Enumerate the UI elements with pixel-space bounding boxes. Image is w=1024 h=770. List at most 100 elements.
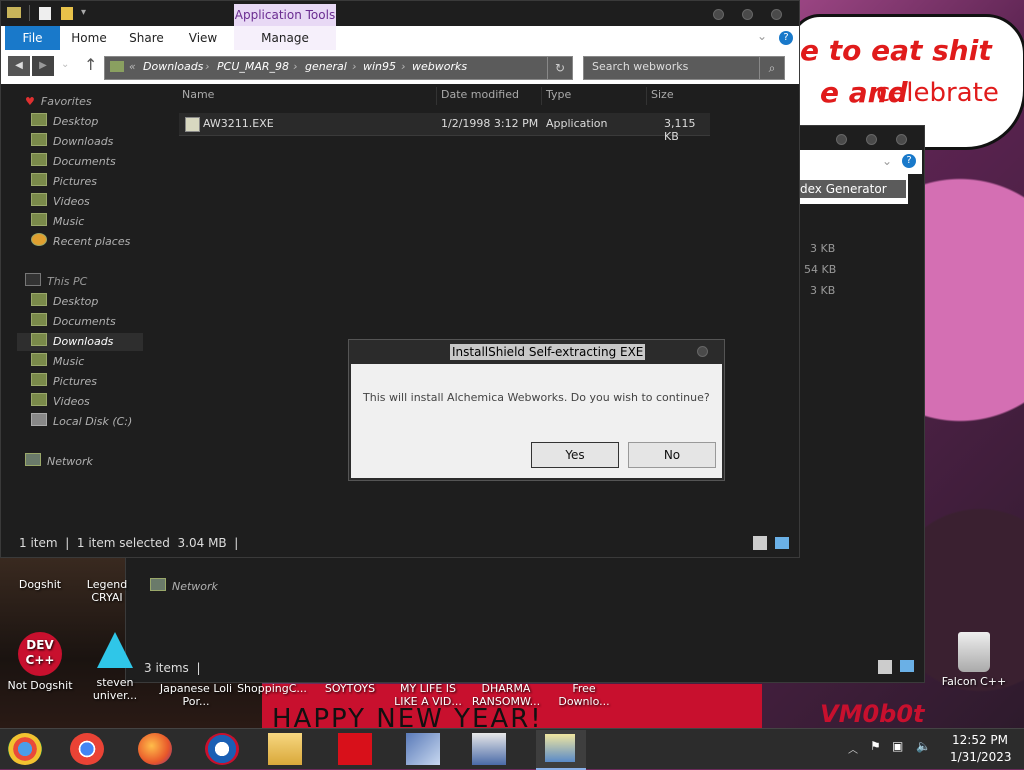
sidebar-pc-downloads[interactable]: Downloads: [31, 333, 113, 351]
sidebar-fav-downloads[interactable]: Downloads: [31, 133, 113, 151]
sidebar-pc-videos[interactable]: Videos: [31, 393, 90, 411]
music-folder-icon: [31, 353, 47, 366]
desktop-icon-not-dogshit[interactable]: DEV C++ Not Dogshit: [2, 632, 78, 692]
sidebar-fav-music[interactable]: Music: [31, 213, 84, 231]
firefox-icon[interactable]: [138, 733, 172, 765]
sidebar-pc-pictures[interactable]: Pictures: [31, 373, 97, 391]
sidebar-fav-documents[interactable]: Documents: [31, 153, 116, 171]
close-button[interactable]: [896, 134, 907, 145]
details-view-icon[interactable]: [753, 536, 767, 550]
downloads-folder-icon: [31, 333, 47, 346]
search-input[interactable]: Search webworks: [592, 60, 688, 73]
column-header-size[interactable]: Size: [651, 88, 674, 101]
music-folder-icon: [31, 213, 47, 226]
sidebar-this-pc[interactable]: This PC: [25, 273, 87, 291]
back-sidebar-network[interactable]: Network: [150, 578, 218, 596]
desktop-icon-free-download[interactable]: Free Downlo...: [546, 682, 622, 708]
chevron-down-icon[interactable]: ⌄: [882, 154, 892, 168]
column-header-date[interactable]: Date modified: [441, 88, 519, 101]
red-app-icon[interactable]: [338, 733, 372, 765]
network-tray-icon[interactable]: ▣: [892, 739, 903, 753]
large-icons-view-icon[interactable]: [900, 660, 914, 672]
action-center-flag-icon[interactable]: ⚑: [870, 739, 881, 753]
yes-button[interactable]: Yes: [531, 442, 619, 468]
crumb-win95[interactable]: win95: [363, 60, 396, 73]
crumb-general[interactable]: general: [305, 60, 347, 73]
search-icon[interactable]: ⌕: [759, 57, 784, 79]
forward-arrow-icon[interactable]: ▶: [32, 56, 54, 76]
crumb-downloads[interactable]: Downloads: [143, 60, 203, 73]
maximize-button[interactable]: [866, 134, 877, 145]
tab-share[interactable]: Share: [119, 26, 174, 50]
desktop-icon-dharma[interactable]: DHARMA RANSOMW...: [468, 682, 544, 708]
sidebar-fav-videos[interactable]: Videos: [31, 193, 90, 211]
recent-locations-icon[interactable]: ⌄: [61, 59, 69, 70]
dialog-message: This will install Alchemica Webworks. Do…: [363, 391, 710, 404]
sidebar-pc-local-disk[interactable]: Local Disk (C:): [31, 413, 132, 431]
sidebar-pc-music[interactable]: Music: [31, 353, 84, 371]
refresh-icon[interactable]: ↻: [547, 57, 572, 79]
tray-overflow-icon[interactable]: ︿: [848, 741, 858, 756]
up-arrow-icon[interactable]: ↑: [84, 55, 97, 74]
back-search-box[interactable]: dex Generator: [798, 180, 906, 198]
tab-view[interactable]: View: [178, 26, 228, 50]
desktop-icon-dogshit[interactable]: Dogshit: [2, 578, 78, 591]
minimize-button[interactable]: [836, 134, 847, 145]
search-box[interactable]: Search webworks ⌕: [583, 56, 785, 80]
desktop-icon-legend[interactable]: Legend CRYAI: [72, 578, 142, 604]
desktop-icon-falcon[interactable]: Falcon C++: [936, 632, 1012, 688]
start-button[interactable]: [8, 733, 42, 765]
column-header-type[interactable]: Type: [546, 88, 571, 101]
clock-date[interactable]: 1/31/2023: [950, 750, 1012, 764]
chrome-icon[interactable]: [70, 733, 104, 765]
crumb-overflow-icon[interactable]: «: [129, 60, 136, 73]
meme-text-line2b: celebrate: [876, 78, 999, 108]
installshield-dialog[interactable]: InstallShield Self-extracting EXE This w…: [348, 339, 725, 481]
sidebar-fav-desktop[interactable]: Desktop: [31, 113, 98, 131]
sidebar-fav-pictures[interactable]: Pictures: [31, 173, 97, 191]
crumb-webworks[interactable]: webworks: [412, 60, 467, 73]
tab-file[interactable]: File: [5, 26, 60, 50]
address-bar[interactable]: « Downloads › PCU_MAR_98 › general › win…: [104, 56, 573, 80]
column-header-name[interactable]: Name: [182, 88, 214, 101]
crumb-pcu-mar-98[interactable]: PCU_MAR_98: [217, 60, 289, 73]
sidebar-pc-documents[interactable]: Documents: [31, 313, 116, 331]
installshield-task-button[interactable]: [536, 730, 586, 770]
documents-folder-icon: [31, 153, 47, 166]
sidebar-network[interactable]: Network: [25, 453, 93, 471]
tab-manage[interactable]: Manage: [234, 26, 336, 50]
details-view-icon[interactable]: [878, 660, 892, 674]
desktop-icon-shopping[interactable]: ShoppingC...: [234, 682, 310, 695]
sidebar-pc-desktop[interactable]: Desktop: [31, 293, 98, 311]
diamond-app-icon[interactable]: [406, 733, 440, 765]
close-button[interactable]: [771, 9, 782, 20]
desktop-icon-soytoys[interactable]: SOYTOYS: [312, 682, 388, 695]
sidebar-fav-recent[interactable]: Recent places: [31, 233, 130, 251]
no-button[interactable]: No: [628, 442, 716, 468]
sidebar-favorites[interactable]: ♥ Favorites: [25, 93, 92, 111]
chevron-down-icon[interactable]: ⌄: [757, 29, 767, 43]
clock-time[interactable]: 12:52 PM: [952, 733, 1008, 747]
large-icons-view-icon[interactable]: [775, 537, 789, 549]
qat-dropdown-icon[interactable]: ▾: [81, 7, 86, 18]
status-selected: 1 item selected: [76, 536, 170, 550]
desktop-icon-my-life[interactable]: MY LIFE IS LIKE A VID...: [390, 682, 466, 708]
help-icon[interactable]: ?: [779, 31, 793, 45]
back-arrow-icon[interactable]: ◀: [8, 56, 30, 76]
maximize-button[interactable]: [742, 9, 753, 20]
obama-logo-icon[interactable]: [205, 733, 239, 765]
installer-icon[interactable]: [472, 733, 506, 765]
file-explorer-icon[interactable]: [268, 733, 302, 765]
table-row[interactable]: AW3211.EXE 1/2/1998 3:12 PM Application …: [179, 113, 710, 143]
desktop-icon-steven-universe[interactable]: steven univer...: [80, 632, 150, 702]
desktop-icon-japanese[interactable]: Japanese Loli Por...: [158, 682, 234, 708]
minimize-button[interactable]: [713, 9, 724, 20]
close-button[interactable]: [697, 346, 708, 357]
back-size-2: 3 KB: [810, 284, 836, 297]
help-icon[interactable]: ?: [902, 154, 916, 168]
properties-icon[interactable]: [39, 7, 51, 20]
new-folder-icon[interactable]: [61, 7, 73, 20]
tab-home[interactable]: Home: [63, 26, 115, 50]
volume-icon[interactable]: 🔈: [916, 739, 931, 753]
desktop-folder-icon: [31, 113, 47, 126]
